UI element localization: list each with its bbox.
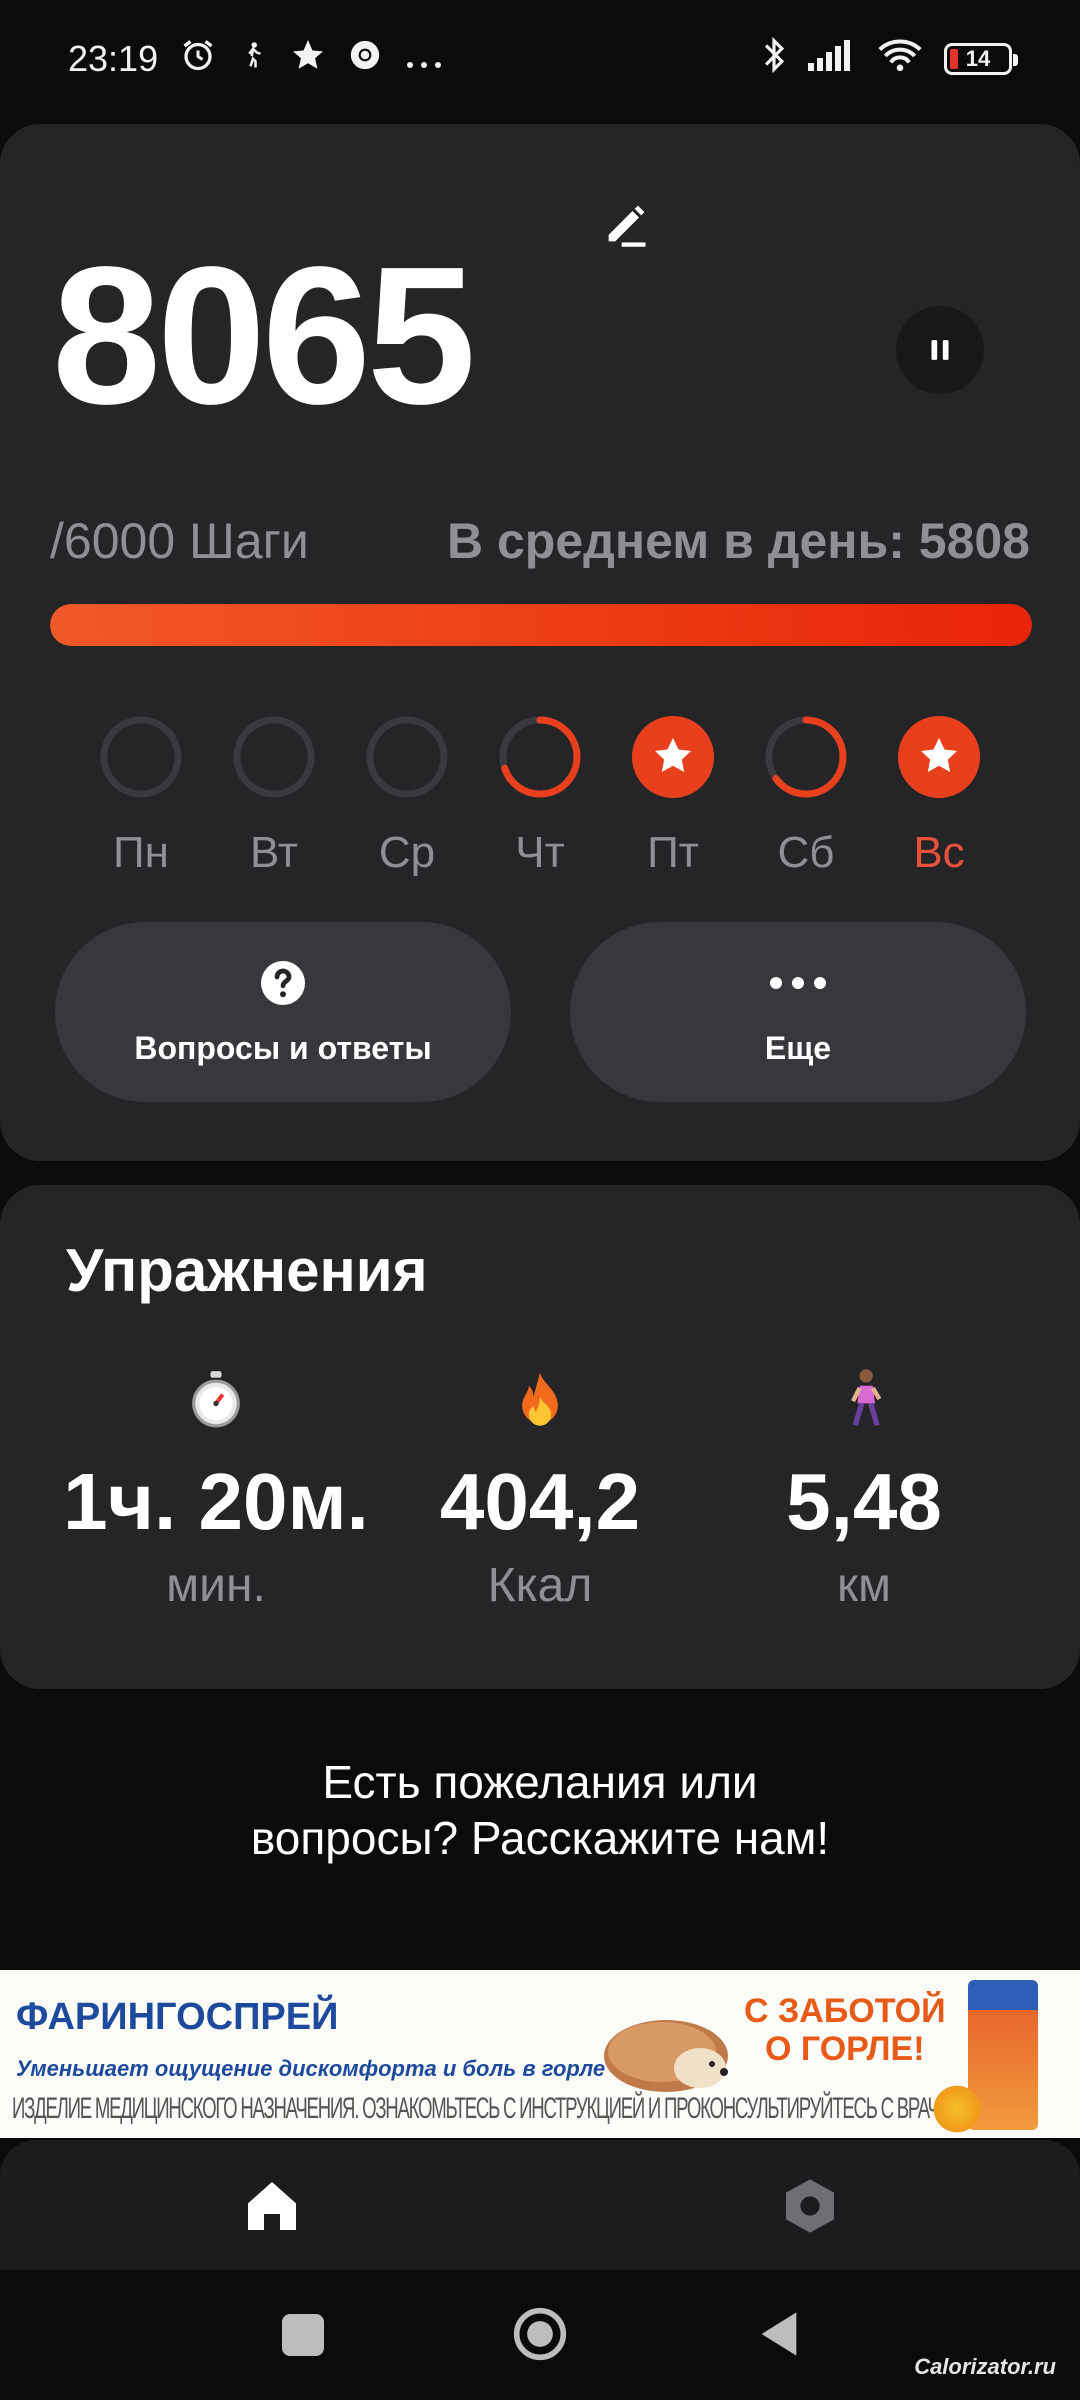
day-label: Сб xyxy=(777,828,835,877)
watermark: Calorizator.ru xyxy=(914,2354,1056,2379)
pause-icon xyxy=(931,340,949,360)
goal-label: /6000 Шаги xyxy=(50,513,309,569)
day-6[interactable]: Сб xyxy=(763,714,849,878)
day-ring xyxy=(233,716,315,798)
system-home-button[interactable] xyxy=(512,2306,568,2367)
day-label: Вт xyxy=(249,828,299,877)
home-icon xyxy=(248,2182,296,2230)
ad-slogan-line-2: О ГОРЛЕ! xyxy=(764,2030,925,2068)
question-icon xyxy=(259,958,307,1008)
status-bar: 23:19 14 xyxy=(0,0,1080,118)
week-days: Пн Вт Ср Чт Пт Сб Вс xyxy=(98,714,982,877)
wifi-icon xyxy=(878,38,922,81)
steps-progress-fill xyxy=(50,604,1032,646)
ad-banner[interactable]: ФАРИНГОСПРЕЙ Уменьшает ощущение дискомфо… xyxy=(0,1970,1080,2138)
battery-level: 14 xyxy=(965,46,991,71)
more-dots-icon xyxy=(768,958,828,1008)
pause-button[interactable] xyxy=(896,306,984,394)
battery-icon: 14 xyxy=(944,43,1018,75)
day-2[interactable]: Вт xyxy=(231,714,317,878)
faq-label: Вопросы и ответы xyxy=(134,1029,432,1066)
chrome-icon xyxy=(348,38,382,81)
average-label: В среднем в день: 5808 xyxy=(446,513,1030,569)
more-button[interactable]: Еще xyxy=(570,922,1026,1102)
nav-home-button[interactable] xyxy=(240,2174,304,2238)
faq-button[interactable]: Вопросы и ответы xyxy=(55,922,511,1102)
walking-person-icon xyxy=(842,1364,886,1434)
status-left: 23:19 xyxy=(68,37,444,82)
system-nav xyxy=(0,2270,1080,2400)
nav-settings-button[interactable] xyxy=(778,2174,842,2238)
distance-unit: км xyxy=(837,1559,891,1612)
ad-slogan: С ЗАБОТОЙ О ГОРЛЕ! xyxy=(744,1992,946,2068)
status-time: 23:19 xyxy=(68,38,159,79)
stat-duration: 1ч. 20м. мин. xyxy=(36,1364,396,1613)
day-label: Чт xyxy=(515,828,565,877)
feedback-line-1: Есть пожелания или xyxy=(322,1756,758,1808)
ad-disclaimer: ИЗДЕЛИЕ МЕДИЦИНСКОГО НАЗНАЧЕНИЯ. ОЗНАКОМ… xyxy=(12,2092,971,2125)
more-label: Еще xyxy=(764,1029,832,1066)
calories-unit: Ккал xyxy=(487,1559,593,1612)
more-dots-icon xyxy=(404,38,444,80)
day-ring xyxy=(499,716,581,798)
ad-subtitle: Уменьшает ощущение дискомфорта и боль в … xyxy=(16,2056,606,2081)
ad-slogan-line-1: С ЗАБОТОЙ xyxy=(744,1992,946,2030)
day-1[interactable]: Пн xyxy=(98,714,184,878)
status-right: 14 xyxy=(762,36,1018,83)
back-triangle-icon xyxy=(761,2312,797,2356)
bluetooth-icon xyxy=(762,36,786,83)
goal-row: /6000 Шаги В среднем в день: 5808 xyxy=(50,512,1030,570)
day-ring xyxy=(100,716,182,798)
day-4[interactable]: Чт xyxy=(497,714,583,878)
day-ring xyxy=(765,716,847,798)
walk-icon xyxy=(238,38,268,81)
feedback-line-2: вопросы? Расскажите нам! xyxy=(250,1812,830,1864)
stat-distance: 5,48 км xyxy=(684,1364,1044,1613)
day-3[interactable]: Ср xyxy=(364,714,450,878)
recent-apps-button[interactable] xyxy=(282,2314,324,2356)
ad-flower-image xyxy=(930,2082,984,2136)
duration-value: 1ч. 20м. xyxy=(63,1457,369,1546)
day-label: Ср xyxy=(378,828,436,877)
day-ring xyxy=(632,716,714,798)
day-label: Пт xyxy=(647,828,699,877)
exercise-title: Упражнения xyxy=(66,1237,428,1304)
circle-home-icon xyxy=(513,2307,567,2361)
edit-goal-button[interactable] xyxy=(596,194,656,254)
alarm-icon xyxy=(180,37,216,82)
signal-icon xyxy=(808,38,856,80)
stat-calories: 404,2 Ккал xyxy=(360,1364,720,1613)
day-ring xyxy=(366,716,448,798)
distance-value: 5,48 xyxy=(786,1457,942,1546)
steps-count: 8065 xyxy=(52,226,476,445)
steps-progress-bar xyxy=(50,604,1032,646)
hexagon-settings-icon xyxy=(786,2179,834,2233)
stopwatch-icon xyxy=(189,1364,243,1434)
hedgehog-icon xyxy=(604,2020,728,2092)
fire-icon xyxy=(516,1364,564,1434)
day-ring xyxy=(898,716,980,798)
day-5[interactable]: Пт xyxy=(630,714,716,878)
day-7[interactable]: Вс xyxy=(896,714,982,878)
ad-brand: ФАРИНГОСПРЕЙ xyxy=(16,1996,339,2038)
star-icon xyxy=(290,37,326,82)
day-label: Вс xyxy=(913,828,965,877)
day-label: Пн xyxy=(113,828,169,877)
pencil-icon xyxy=(608,205,646,247)
back-button[interactable] xyxy=(756,2308,802,2365)
bottom-nav xyxy=(0,2140,1080,2270)
duration-unit: мин. xyxy=(166,1559,266,1612)
feedback-link[interactable]: Есть пожелания или вопросы? Расскажите н… xyxy=(0,1754,1080,1866)
calories-value: 404,2 xyxy=(439,1457,641,1546)
